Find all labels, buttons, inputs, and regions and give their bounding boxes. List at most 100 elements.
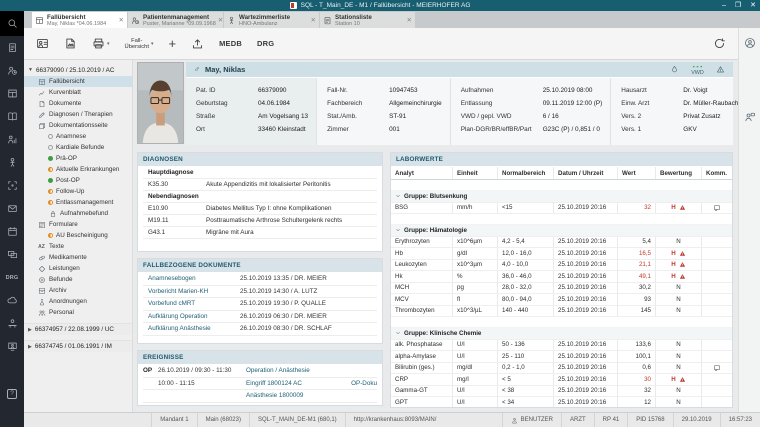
lab-value-row[interactable]: Leukozytenx10^3µm4,0 - 10,025.10.2019 20… xyxy=(391,260,732,272)
lab-group-row[interactable]: Gruppe: Hämatologie xyxy=(391,225,732,237)
event-row[interactable]: OP26.10.2019 / 09:30 - 11:30Operation / … xyxy=(143,365,377,378)
nav-item-fallübersicht[interactable]: Fallübersicht xyxy=(24,76,132,87)
close-icon[interactable]: ✕ xyxy=(405,16,412,24)
person-chart-icon[interactable] xyxy=(0,128,24,151)
document-row[interactable]: Anamnesebogen25.10.2019 13:35 / DR. MEIE… xyxy=(143,273,377,286)
nav-item-aktuelle-erkrankungen[interactable]: Aktuelle Erkrankungen xyxy=(24,164,132,175)
drg-text-icon[interactable]: DRG xyxy=(0,266,24,289)
minimize-button[interactable]: – xyxy=(722,0,726,11)
lab-value-row[interactable]: GPTU/l< 3425.10.2019 20:1612N xyxy=(391,397,732,407)
vwd-icon[interactable]: VWD xyxy=(690,65,705,75)
nav-item-kurvenblatt[interactable]: Kurvenblatt xyxy=(24,87,132,98)
event-link[interactable]: Operation / Anästhesie xyxy=(246,367,331,374)
lab-value-row[interactable]: Thrombozytenx10^3/µL140 - 44025.10.2019 … xyxy=(391,306,732,318)
case-documents-panel-header[interactable]: FALLBEZOGENE DOKUMENTE xyxy=(138,259,382,272)
medb-button[interactable]: MEDB xyxy=(219,39,242,48)
patient-record-button[interactable] xyxy=(36,37,49,50)
print-button[interactable]: ▾ xyxy=(92,37,110,50)
lab-value-row[interactable]: Hbg/dl12,0 - 16,025.10.2019 20:1616,5H xyxy=(391,248,732,260)
mail-icon[interactable] xyxy=(0,197,24,220)
drg-button[interactable]: DRG xyxy=(257,39,274,48)
lab-value-row[interactable]: Bilirubin (ges.)mg/dl0,2 - 1,025.10.2019… xyxy=(391,363,732,375)
nav-item-post-op[interactable]: Post-OP xyxy=(24,175,132,186)
nav-item-kardiale-befunde[interactable]: Kardiale Befunde xyxy=(24,142,132,153)
document-link[interactable]: Vorbefund cMRT xyxy=(148,300,240,307)
document-viewer-button[interactable] xyxy=(64,37,77,50)
lab-group-row[interactable]: Gruppe: Klinische Chemie xyxy=(391,328,732,340)
nav-item-entlassmanagement[interactable]: Entlassmanagement xyxy=(24,197,132,208)
lab-kommentar[interactable] xyxy=(702,203,732,214)
droplet-icon[interactable] xyxy=(670,65,679,74)
lab-value-row[interactable]: Erythrozytenx10^6µm4,2 - 5,425.10.2019 2… xyxy=(391,237,732,249)
tab-stationsliste[interactable]: StationslisteStation 10✕ xyxy=(320,12,415,28)
close-icon[interactable]: ✕ xyxy=(216,16,223,24)
nav-item-personal[interactable]: Personal xyxy=(24,307,132,318)
nav-item-anamnese[interactable]: Anamnese xyxy=(24,131,132,142)
tab-patientenmanagement[interactable]: PatientenmanagementPuster, Marianne *09.… xyxy=(128,12,223,28)
nav-item-leistungen[interactable]: Leistungen xyxy=(24,263,132,274)
lab-kommentar[interactable] xyxy=(702,363,732,374)
warning-icon[interactable] xyxy=(716,65,725,74)
document-row[interactable]: Vorbericht Marien-KH25.10.2019 14:30 / A… xyxy=(143,286,377,299)
lab-value-row[interactable]: alpha-AmylaseU/l25 - 11025.10.2019 20:16… xyxy=(391,351,732,363)
nav-item-au-bescheinigung[interactable]: AU Bescheinigung xyxy=(24,230,132,241)
add-button[interactable]: + xyxy=(169,37,177,50)
nav-item-aufnahmebefund[interactable]: Aufnahmebefund xyxy=(24,208,132,219)
case-node-active[interactable]: ▼66379090 / 25.10.2019 / AC xyxy=(24,64,132,76)
expand-icon[interactable] xyxy=(0,174,24,197)
close-icon[interactable]: ✕ xyxy=(309,16,316,24)
person-circle-icon[interactable] xyxy=(744,37,756,49)
nav-item-formulare[interactable]: Formulare xyxy=(24,219,132,230)
close-icon[interactable]: ✕ xyxy=(117,16,124,24)
document-row[interactable]: Aufklärung Operation26.10.2019 06:30 / D… xyxy=(143,311,377,324)
document-link[interactable]: Aufklärung Operation xyxy=(148,313,240,320)
export-button[interactable] xyxy=(191,37,204,50)
comment-icon[interactable] xyxy=(713,204,721,212)
lab-value-row[interactable]: BSGmm/h<1525.10.2019 20:1632H xyxy=(391,203,732,215)
person-standing-icon[interactable] xyxy=(0,151,24,174)
event-doc-link[interactable]: OP-Doku xyxy=(331,380,377,387)
nav-item-diagnosen-therapien[interactable]: Diagnosen / Therapien xyxy=(24,109,132,120)
nav-item-texte[interactable]: AZTexte xyxy=(24,241,132,252)
person-clock-icon[interactable] xyxy=(0,59,24,82)
book-icon[interactable] xyxy=(0,105,24,128)
maximize-button[interactable]: ❐ xyxy=(735,0,741,11)
monitor-person-icon[interactable] xyxy=(0,335,24,358)
lab-value-row[interactable]: Hk%36,0 - 46,025.10.2019 20:1649,1H xyxy=(391,271,732,283)
event-row[interactable]: 10:00 - 11:15Eingriff 1800124 ACOP-Doku xyxy=(143,378,377,391)
nav-item-archiv[interactable]: Archiv xyxy=(24,285,132,296)
help-icon[interactable]: ? xyxy=(0,382,24,405)
cloud-icon[interactable] xyxy=(0,289,24,312)
clipboard-icon[interactable] xyxy=(0,36,24,59)
events-panel-header[interactable]: EREIGNISSE xyxy=(138,351,382,364)
nav-item-dokumentationsseite[interactable]: Dokumentationsseite xyxy=(24,120,132,131)
diagnosis-row[interactable]: M19.11Posttraumatische Arthrose Schulter… xyxy=(143,215,377,227)
grid-icon[interactable] xyxy=(0,82,24,105)
tab-wartezimmerliste[interactable]: WartezimmerlisteHNO-Ambulanz✕ xyxy=(224,12,319,28)
case-node-collapsed[interactable]: ▶66374957 / 22.08.1999 / UC xyxy=(24,323,132,335)
lab-value-row[interactable]: MCHpg28,0 - 32,025.10.2019 20:1630,2N xyxy=(391,283,732,295)
diagnosis-row[interactable]: K35.30Akute Appendizitis mit lokalisiert… xyxy=(143,179,377,191)
nav-item-follow-up[interactable]: Follow-Up xyxy=(24,186,132,197)
refresh-button[interactable] xyxy=(713,37,726,50)
lab-value-row[interactable]: alk. PhosphataseU/l50 - 13625.10.2019 20… xyxy=(391,340,732,352)
nav-item-medikamente[interactable]: Medikamente xyxy=(24,252,132,263)
tab-fallübersicht[interactable]: FallübersichtMay, Niklas *04.06.1984✕ xyxy=(32,12,127,28)
document-link[interactable]: Aufklärung Anästhesie xyxy=(148,325,240,332)
document-row[interactable]: Aufklärung Anästhesie26.10.2019 08:30 / … xyxy=(143,323,377,336)
feedback-icon[interactable] xyxy=(744,111,756,123)
comment-icon[interactable] xyxy=(713,364,721,372)
lab-value-row[interactable]: MCVfl80,0 - 94,025.10.2019 20:1693N xyxy=(391,294,732,306)
view-switcher[interactable]: Fall-Übersicht▾ xyxy=(125,38,154,50)
search-icon[interactable] xyxy=(0,11,24,36)
document-link[interactable]: Vorbericht Marien-KH xyxy=(148,288,240,295)
lab-value-row[interactable]: CRPmg/l< 525.10.2019 20:1630H xyxy=(391,374,732,386)
document-row[interactable]: Vorbefund cMRT25.10.2019 19:30 / P. QUAL… xyxy=(143,298,377,311)
calendar-icon[interactable] xyxy=(0,220,24,243)
close-button[interactable]: ✕ xyxy=(750,0,756,11)
monitors-icon[interactable] xyxy=(0,243,24,266)
nav-item-befunde[interactable]: Befunde xyxy=(24,274,132,285)
lab-values-panel-header[interactable]: LABORWERTE xyxy=(391,153,732,166)
lab-value-row[interactable]: Gamma-GTU/l< 3825.10.2019 20:1632N xyxy=(391,386,732,398)
event-row[interactable]: Anästhesie 1800009 xyxy=(143,390,377,403)
